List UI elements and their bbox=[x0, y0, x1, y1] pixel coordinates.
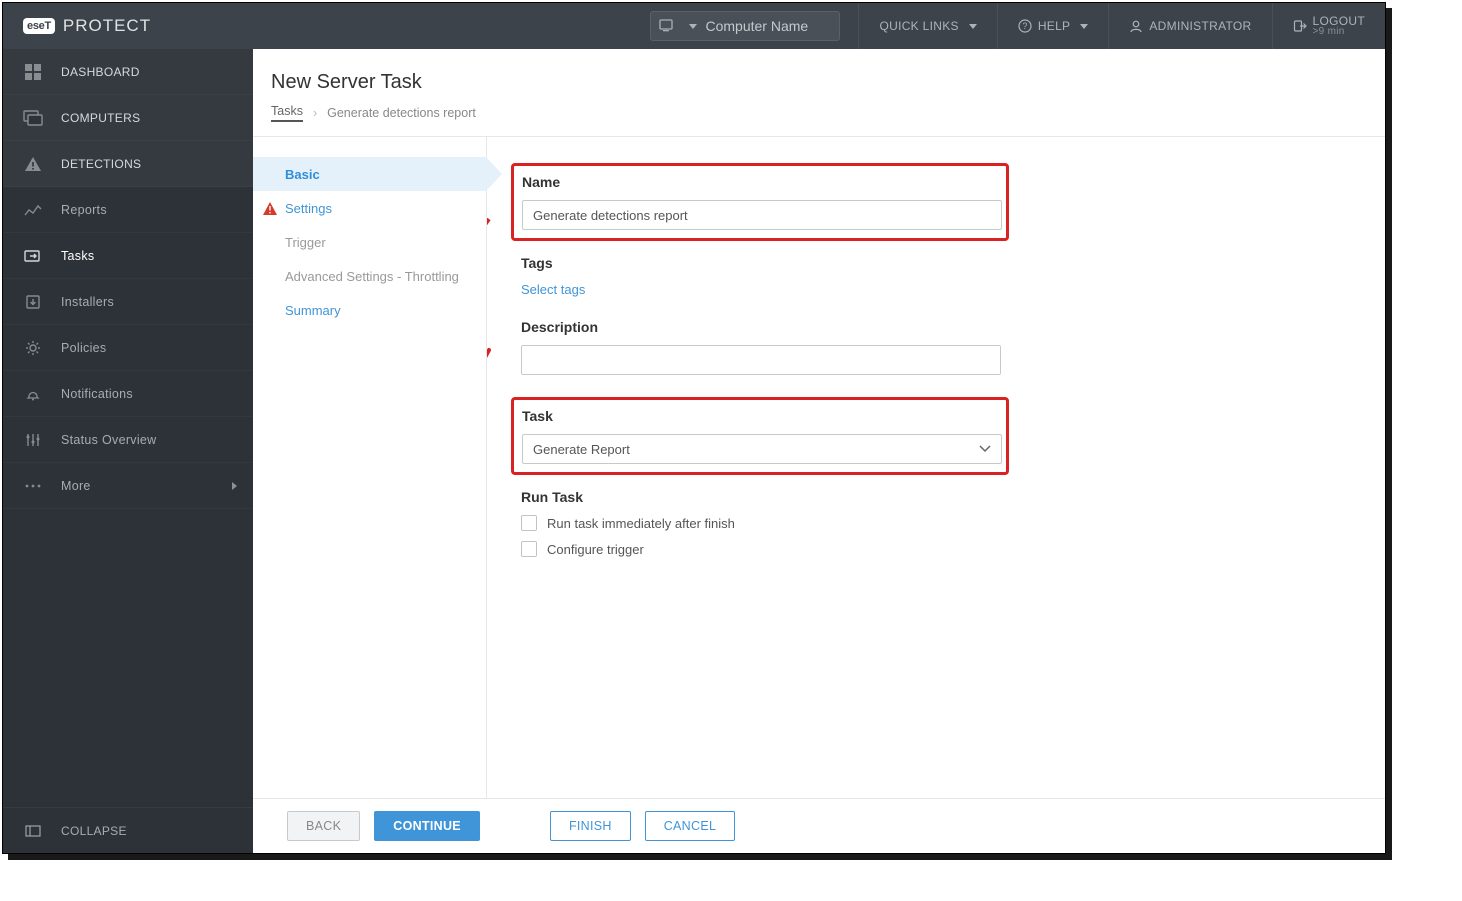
installers-icon bbox=[23, 294, 43, 310]
task-label: Task bbox=[522, 408, 998, 424]
breadcrumb-root[interactable]: Tasks bbox=[271, 104, 303, 122]
run-task-field: Run Task Run task immediately after fini… bbox=[521, 489, 1011, 557]
sidebar-item-label: DASHBOARD bbox=[61, 65, 140, 79]
breadcrumbs: Tasks › Generate detections report bbox=[271, 104, 1367, 122]
breadcrumb-current: Generate detections report bbox=[327, 106, 476, 120]
sidebar-item-label: Status Overview bbox=[61, 433, 157, 447]
description-label: Description bbox=[521, 319, 1011, 335]
chevron-down-icon bbox=[1080, 24, 1088, 29]
continue-button[interactable]: CONTINUE bbox=[374, 811, 480, 841]
main-content: New Server Task Tasks › Generate detecti… bbox=[253, 49, 1385, 853]
name-input[interactable]: Generate detections report bbox=[522, 200, 1002, 230]
topbar: eseT PROTECT Computer Name QUICK LINKS ?… bbox=[3, 3, 1385, 49]
help-icon: ? bbox=[1018, 19, 1032, 33]
sidebar-item-detections[interactable]: DETECTIONS bbox=[3, 141, 253, 187]
tags-label: Tags bbox=[521, 255, 1011, 271]
computer-icon bbox=[659, 19, 677, 33]
sidebar-item-label: Notifications bbox=[61, 387, 133, 401]
form-panel: Name Generate detections report Tags Sel… bbox=[487, 137, 1385, 798]
sidebar-item-tasks[interactable]: Tasks bbox=[3, 233, 253, 279]
tasks-icon bbox=[23, 249, 43, 263]
page-header: New Server Task Tasks › Generate detecti… bbox=[253, 49, 1385, 137]
cancel-button[interactable]: CANCEL bbox=[645, 811, 736, 841]
sidebar-item-label: Tasks bbox=[61, 249, 94, 263]
logout-timer: >9 min bbox=[1313, 26, 1345, 37]
sidebar-item-dashboard[interactable]: DASHBOARD bbox=[3, 49, 253, 95]
step-basic[interactable]: Basic bbox=[253, 157, 486, 191]
finish-button[interactable]: FINISH bbox=[550, 811, 631, 841]
logo-text: PROTECT bbox=[63, 16, 151, 36]
sidebar-item-more[interactable]: More bbox=[3, 463, 253, 509]
logo-badge: eseT bbox=[23, 18, 55, 34]
sidebar-item-label: DETECTIONS bbox=[61, 157, 141, 171]
description-input[interactable] bbox=[521, 345, 1001, 375]
configure-trigger-checkbox[interactable]: Configure trigger bbox=[521, 541, 1011, 557]
select-tags-link[interactable]: Select tags bbox=[521, 282, 585, 297]
dashboard-icon bbox=[23, 63, 43, 81]
sidebar-item-notifications[interactable]: Notifications bbox=[3, 371, 253, 417]
name-label: Name bbox=[522, 174, 998, 190]
sidebar-item-label: Reports bbox=[61, 203, 107, 217]
app-window: eseT PROTECT Computer Name QUICK LINKS ?… bbox=[2, 2, 1386, 854]
back-button[interactable]: BACK bbox=[287, 811, 360, 841]
logout-icon bbox=[1293, 19, 1307, 33]
reports-icon bbox=[23, 203, 43, 217]
description-field: Description bbox=[521, 319, 1011, 375]
gear-icon bbox=[23, 340, 43, 356]
checkbox-icon bbox=[521, 515, 537, 531]
wizard-steps: Basic Settings Trigger Advanced Settings… bbox=[253, 137, 487, 798]
more-icon bbox=[23, 484, 43, 488]
logout-button[interactable]: LOGOUT >9 min bbox=[1272, 3, 1385, 49]
warning-icon bbox=[263, 202, 277, 215]
step-settings[interactable]: Settings bbox=[253, 191, 486, 225]
page-title: New Server Task bbox=[271, 71, 1367, 94]
task-select[interactable]: Generate Report bbox=[522, 434, 1002, 464]
wizard-footer: BACK CONTINUE FINISH CANCEL bbox=[253, 798, 1385, 853]
status-icon bbox=[23, 432, 43, 448]
sidebar: DASHBOARD COMPUTERS DETECTIONS bbox=[3, 49, 253, 853]
run-immediately-checkbox[interactable]: Run task immediately after finish bbox=[521, 515, 1011, 531]
sidebar-item-status-overview[interactable]: Status Overview bbox=[3, 417, 253, 463]
administrator-menu[interactable]: ADMINISTRATOR bbox=[1108, 3, 1271, 49]
computer-search-input[interactable]: Computer Name bbox=[650, 11, 840, 41]
run-task-label: Run Task bbox=[521, 489, 1011, 505]
tags-field: Tags Select tags bbox=[521, 255, 1011, 297]
chevron-right-icon: › bbox=[313, 106, 317, 120]
sidebar-item-policies[interactable]: Policies bbox=[3, 325, 253, 371]
highlight-task-section: Task Generate Report bbox=[511, 397, 1009, 475]
sidebar-item-label: More bbox=[61, 479, 91, 493]
sidebar-item-reports[interactable]: Reports bbox=[3, 187, 253, 233]
quick-links-menu[interactable]: QUICK LINKS bbox=[858, 3, 996, 49]
chevron-right-icon bbox=[232, 482, 237, 490]
chevron-down-icon bbox=[969, 24, 977, 29]
collapse-icon bbox=[23, 825, 43, 837]
sidebar-item-label: COMPUTERS bbox=[61, 111, 140, 125]
step-trigger: Trigger bbox=[253, 225, 486, 259]
highlight-name-section: Name Generate detections report bbox=[511, 163, 1009, 241]
warning-icon bbox=[23, 156, 43, 172]
sidebar-item-label: Policies bbox=[61, 341, 106, 355]
step-advanced-throttling: Advanced Settings - Throttling bbox=[253, 259, 486, 293]
svg-text:?: ? bbox=[1022, 21, 1027, 31]
chevron-down-icon bbox=[979, 445, 991, 453]
search-placeholder: Computer Name bbox=[705, 18, 808, 34]
user-icon bbox=[1129, 19, 1143, 33]
sidebar-item-installers[interactable]: Installers bbox=[3, 279, 253, 325]
bell-icon bbox=[23, 386, 43, 402]
sidebar-item-computers[interactable]: COMPUTERS bbox=[3, 95, 253, 141]
computers-icon bbox=[23, 110, 43, 126]
annotation-arrow bbox=[487, 215, 503, 375]
checkbox-icon bbox=[521, 541, 537, 557]
logo: eseT PROTECT bbox=[3, 16, 253, 36]
chevron-down-icon bbox=[689, 24, 697, 29]
collapse-sidebar-button[interactable]: COLLAPSE bbox=[3, 807, 253, 853]
step-summary[interactable]: Summary bbox=[253, 293, 486, 327]
sidebar-item-label: Installers bbox=[61, 295, 114, 309]
help-menu[interactable]: ? HELP bbox=[997, 3, 1109, 49]
